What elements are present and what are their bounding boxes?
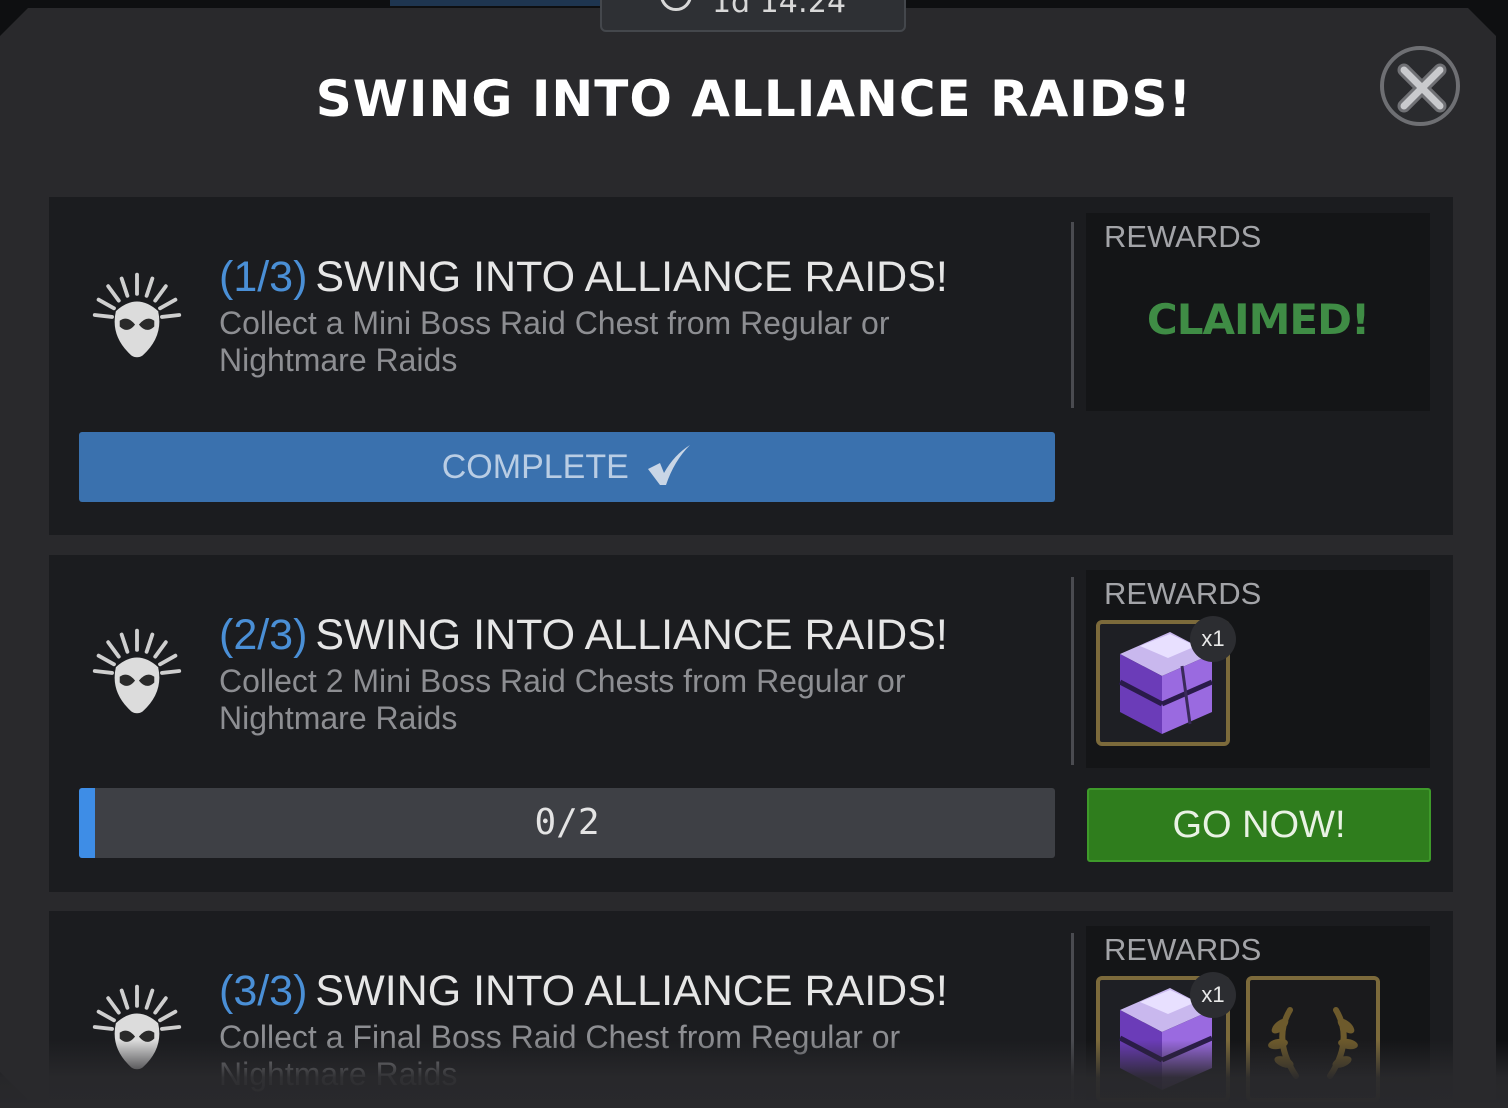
quest-3-title: (3/3) SWING INTO ALLIANCE RAIDS! — [219, 967, 1039, 1015]
quest-2-title-text: SWING INTO ALLIANCE RAIDS! — [315, 611, 948, 659]
quest-2-rewards: REWARDS x1 — [1086, 570, 1430, 768]
quest-3-step: (3/3) — [219, 967, 308, 1015]
rewards-label: REWARDS — [1104, 932, 1262, 967]
clock-icon — [659, 0, 692, 11]
progress-text: 0/2 — [534, 802, 600, 843]
quest-1-text: (1/3) SWING INTO ALLIANCE RAIDS! Collect … — [219, 253, 1039, 379]
divider — [1071, 222, 1074, 408]
quest-card-1: (1/3) SWING INTO ALLIANCE RAIDS! Collect … — [49, 197, 1453, 535]
quest-1-description: Collect a Mini Boss Raid Chest from Regu… — [219, 305, 890, 378]
quest-2-text: (2/3) SWING INTO ALLIANCE RAIDS! Collect … — [219, 611, 1039, 737]
timer-text: 1d 14:24 — [711, 0, 847, 20]
claimed-status: CLAIMED! — [1146, 295, 1370, 344]
bottom-fade — [0, 1040, 1508, 1108]
top-strip — [390, 0, 600, 6]
complete-bar: COMPLETE — [79, 432, 1055, 502]
progress-bar: 0/2 — [79, 788, 1055, 858]
reward-qty: x1 — [1190, 972, 1236, 1018]
quest-1-rewards: REWARDS CLAIMED! — [1086, 213, 1430, 411]
close-button[interactable] — [1380, 46, 1460, 126]
quest-2-title: (2/3) SWING INTO ALLIANCE RAIDS! — [219, 611, 1039, 659]
spider-mask-icon — [92, 628, 182, 714]
quest-3-title-text: SWING INTO ALLIANCE RAIDS! — [315, 967, 948, 1015]
close-icon — [1397, 63, 1447, 113]
quest-2-step: (2/3) — [219, 611, 308, 659]
rewards-label: REWARDS — [1104, 576, 1262, 611]
reward-qty: x1 — [1190, 616, 1236, 662]
timer-tab: 1d 14:24 — [600, 0, 906, 32]
rewards-label: REWARDS — [1104, 219, 1262, 254]
quest-1-title-text: SWING INTO ALLIANCE RAIDS! — [315, 253, 948, 301]
go-now-button[interactable]: GO NOW! — [1087, 788, 1431, 862]
spider-mask-icon — [92, 272, 182, 358]
divider — [1071, 577, 1074, 765]
quest-1-title: (1/3) SWING INTO ALLIANCE RAIDS! — [219, 253, 1039, 301]
page-title: SWING INTO ALLIANCE RAIDS! — [315, 70, 1193, 128]
complete-label: COMPLETE — [441, 448, 629, 486]
checkmark-icon — [648, 445, 691, 486]
reward-raid-chest[interactable]: x1 — [1096, 616, 1236, 746]
quest-1-step: (1/3) — [219, 253, 308, 301]
quest-2-description: Collect 2 Mini Boss Raid Chests from Reg… — [219, 663, 906, 736]
quest-card-2: (2/3) SWING INTO ALLIANCE RAIDS! Collect … — [49, 555, 1453, 892]
